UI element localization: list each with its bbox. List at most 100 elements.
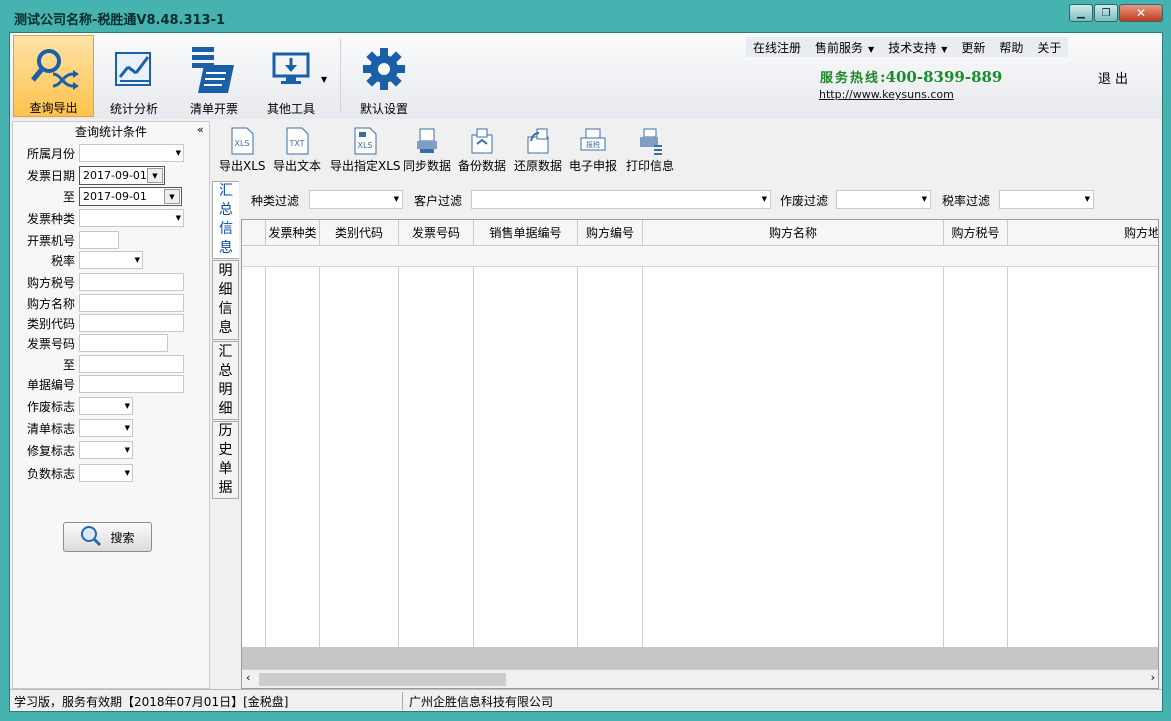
chevron-down-icon: ▼ (175, 149, 181, 157)
e-filing-icon: 报税 (579, 125, 607, 157)
void-flag-select[interactable]: ▼ (79, 397, 133, 415)
column-header[interactable]: 购方编号 (578, 220, 643, 246)
grid-column (399, 267, 474, 647)
data-toolbar: XLS 导出XLS TXT 导出文本 XLS 导出指定XLS 同步数据 备份数据 (214, 125, 694, 181)
menu-help[interactable]: 帮助 (992, 39, 1030, 56)
ribbon: 查询导出 统计分析 清单开票 其他工具 ▼ 默认设置 在线注册 售前服务 ▼ 技… (10, 33, 1162, 119)
invoice-no-to-input[interactable] (79, 355, 184, 373)
restore-data-button[interactable]: 还原数据 (514, 125, 562, 174)
menu-update[interactable]: 更新 (954, 39, 992, 56)
ribbon-label: 其他工具 (266, 102, 315, 116)
query-export-button[interactable]: 查询导出 (13, 35, 94, 117)
search-button-label: 搜索 (110, 530, 135, 545)
tax-rate-select[interactable]: ▼ (79, 251, 143, 269)
column-header[interactable]: 发票号码 (399, 220, 474, 246)
filter-bar: 种类过滤 ▼ 客户过滤 ▼ 作废过滤 ▼ 税率过滤 ▼ (240, 183, 1158, 215)
export-selected-xls-button[interactable]: XLS 导出指定XLS (330, 125, 401, 174)
month-select[interactable]: ▼ (79, 144, 184, 162)
maximize-button[interactable]: ❐ (1094, 4, 1118, 22)
backup-data-icon (468, 125, 496, 157)
export-xls-icon: XLS (228, 125, 256, 157)
menu-about[interactable]: 关于 (1030, 39, 1068, 56)
list-invoice-button[interactable]: 清单开票 (178, 35, 250, 117)
top-menu: 在线注册 售前服务 ▼ 技术支持 ▼ 更新 帮助 关于 (746, 37, 1069, 57)
license-status: 学习版，服务有效期【2018年07月01日】[金税盘] (14, 695, 289, 709)
chevron-down-icon[interactable]: ▼ (321, 75, 327, 84)
export-selected-xls-icon: XLS (351, 125, 379, 157)
horizontal-scrollbar[interactable]: ‹ › (242, 669, 1158, 688)
column-header[interactable]: 购方税号 (944, 220, 1008, 246)
invoice-type-select[interactable]: ▼ (79, 209, 184, 227)
column-header[interactable]: 销售单据编号 (474, 220, 578, 246)
chevron-down-icon: ▼ (941, 44, 948, 54)
company-name: 广州企胜信息科技有限公司 (409, 695, 554, 709)
customer-filter-label: 客户过滤 (414, 194, 463, 208)
column-header[interactable]: 类别代码 (320, 220, 399, 246)
export-xls-button[interactable]: XLS 导出XLS (219, 125, 266, 174)
export-txt-icon: TXT (283, 125, 311, 157)
collapse-icon[interactable]: « (197, 123, 204, 136)
tab-summary-detail[interactable]: 汇总明细 (212, 341, 239, 420)
invoice-no-from-input[interactable] (79, 334, 168, 352)
other-tools-button[interactable]: 其他工具 (256, 35, 326, 117)
menu-tech-support[interactable]: 技术支持 ▼ (881, 39, 954, 56)
scrollbar-thumb[interactable] (259, 673, 506, 686)
machine-no-input[interactable] (79, 231, 119, 249)
summary-grid[interactable]: 发票种类 类别代码 发票号码 销售单据编号 购方编号 购方名称 购方税号 购方地… (241, 219, 1159, 689)
table-row[interactable] (242, 247, 1158, 267)
window-title: 测试公司名称-税胜通V8.48.313-1 (14, 13, 226, 28)
printer-icon (636, 125, 664, 157)
search-icon (80, 525, 102, 550)
tab-history-documents[interactable]: 历史单据 (212, 421, 239, 499)
website-link[interactable]: http://www.keysuns.com (819, 88, 954, 101)
svg-text:报税: 报税 (586, 140, 600, 149)
close-button[interactable]: ✕ (1119, 4, 1163, 22)
tab-detail-info[interactable]: 明细信息 (212, 260, 239, 340)
document-no-input[interactable] (79, 375, 184, 393)
invoice-date-from-picker[interactable]: 2017-09-01 ▼ (79, 165, 165, 185)
sync-data-icon (413, 125, 441, 157)
type-filter-select[interactable]: ▼ (309, 190, 403, 209)
grid-column (578, 267, 643, 647)
ribbon-label: 查询导出 (29, 101, 78, 115)
search-button[interactable]: 搜索 (63, 522, 152, 552)
customer-filter-select[interactable]: ▼ (471, 190, 771, 209)
grid-column (242, 267, 266, 647)
backup-data-button[interactable]: 备份数据 (458, 125, 506, 174)
buyer-tax-id-input[interactable] (79, 273, 184, 291)
chevron-down-icon: ▼ (164, 188, 180, 204)
stats-analysis-button[interactable]: 统计分析 (99, 35, 169, 117)
scroll-right-arrow[interactable]: › (1151, 671, 1155, 684)
e-filing-button[interactable]: 报税 电子申报 (569, 125, 617, 174)
grid-column (474, 267, 578, 647)
sync-data-button[interactable]: 同步数据 (403, 125, 451, 174)
buyer-name-input[interactable] (79, 294, 184, 312)
negative-flag-select[interactable]: ▼ (79, 464, 133, 482)
main-client-area: 查询导出 统计分析 清单开票 其他工具 ▼ 默认设置 在线注册 售前服务 ▼ 技… (9, 32, 1163, 712)
scroll-left-arrow[interactable]: ‹ (246, 671, 250, 684)
category-code-input[interactable] (79, 314, 184, 332)
menu-online-register[interactable]: 在线注册 (746, 39, 808, 56)
column-header[interactable]: 发票种类 (266, 220, 320, 246)
tax-rate-filter-select[interactable]: ▼ (999, 190, 1094, 209)
minimize-button[interactable]: ▁ (1069, 4, 1093, 22)
exit-button[interactable]: 退出 (1098, 68, 1132, 87)
print-info-button[interactable]: 打印信息 (626, 125, 674, 174)
svg-text:TXT: TXT (288, 139, 304, 148)
invoice-date-to-picker[interactable]: 2017-09-01 ▼ (79, 186, 182, 206)
repair-flag-select[interactable]: ▼ (79, 441, 133, 459)
grid-header: 发票种类 类别代码 发票号码 销售单据编号 购方编号 购方名称 购方税号 购方地 (242, 220, 1158, 246)
menu-presales-service[interactable]: 售前服务 ▼ (808, 39, 881, 56)
tab-summary-info[interactable]: 汇总信息 (212, 181, 239, 259)
search-shuffle-icon (26, 42, 82, 95)
list-flag-select[interactable]: ▼ (79, 419, 133, 437)
monitor-download-icon (263, 41, 319, 96)
column-header[interactable]: 购方名称 (643, 220, 944, 246)
column-header[interactable]: 购方地 (1008, 220, 1158, 246)
chevron-down-icon: ▼ (124, 469, 130, 477)
status-bar: 学习版，服务有效期【2018年07月01日】[金税盘] 广州企胜信息科技有限公司 (10, 689, 1162, 711)
export-text-button[interactable]: TXT 导出文本 (273, 125, 321, 174)
ribbon-separator (340, 39, 341, 111)
void-filter-select[interactable]: ▼ (836, 190, 931, 209)
default-settings-button[interactable]: 默认设置 (350, 35, 418, 117)
